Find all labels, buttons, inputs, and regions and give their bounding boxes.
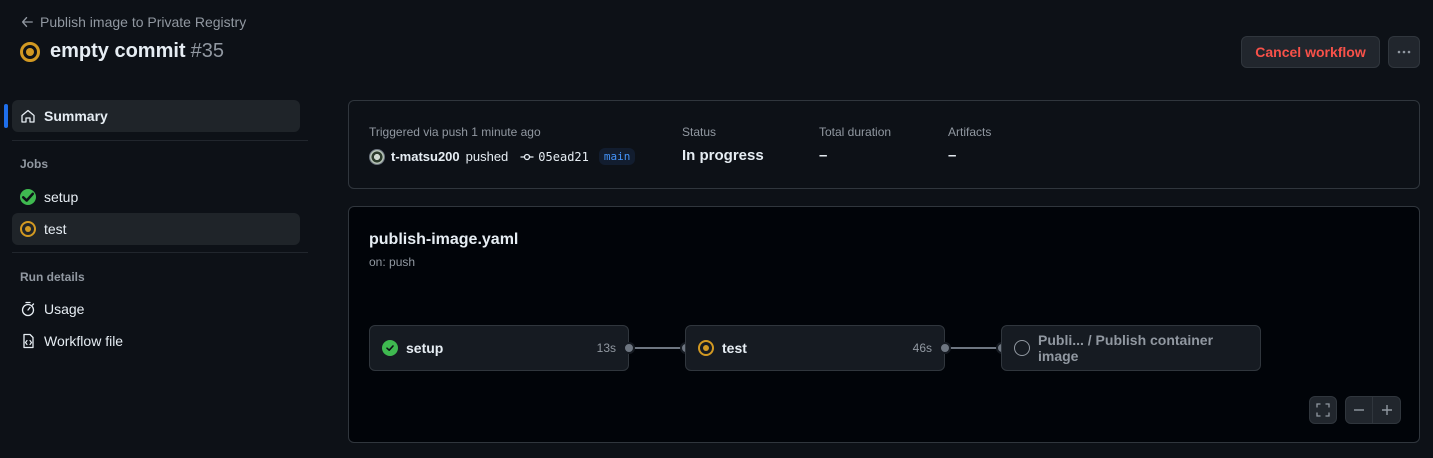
status-value: In progress bbox=[682, 147, 764, 164]
sidebar-item-summary[interactable]: Summary bbox=[4, 100, 300, 132]
check-circle-icon bbox=[382, 340, 398, 356]
back-link[interactable]: Publish image to Private Registry bbox=[20, 14, 246, 30]
cancel-workflow-button[interactable]: Cancel workflow bbox=[1241, 36, 1380, 68]
sidebar-item-workflow-file[interactable]: Workflow file bbox=[12, 325, 300, 357]
in-progress-icon bbox=[20, 221, 36, 237]
sidebar-item-label: setup bbox=[44, 189, 79, 205]
fullscreen-icon bbox=[1316, 403, 1330, 417]
zoom-controls bbox=[1345, 396, 1401, 424]
branch-badge[interactable]: main bbox=[598, 148, 636, 165]
user-link[interactable]: t-matsu200 bbox=[391, 149, 460, 164]
file-code-icon bbox=[23, 333, 34, 349]
job-duration: 13s bbox=[596, 341, 616, 355]
status-label: Status bbox=[682, 125, 717, 139]
home-icon bbox=[21, 109, 35, 123]
sidebar-item-setup[interactable]: setup bbox=[12, 181, 300, 213]
job-node-test[interactable]: test 46s bbox=[685, 325, 945, 371]
duration-label: Total duration bbox=[819, 125, 892, 139]
sidebar-item-test[interactable]: test bbox=[12, 213, 300, 245]
workflow-trigger: on: push bbox=[369, 255, 416, 269]
job-name: setup bbox=[406, 340, 444, 356]
more-options-button[interactable] bbox=[1388, 36, 1420, 68]
back-link-label: Publish image to Private Registry bbox=[40, 14, 247, 30]
graph-connector bbox=[623, 342, 635, 354]
trigger-label: Triggered via push 1 minute ago bbox=[369, 125, 541, 139]
sidebar-divider bbox=[12, 140, 308, 141]
job-name: Publi... / Publish container image bbox=[1038, 332, 1214, 364]
fullscreen-button[interactable] bbox=[1309, 396, 1337, 424]
job-node-setup[interactable]: setup 13s bbox=[369, 325, 629, 371]
artifacts-label: Artifacts bbox=[948, 125, 992, 139]
commit-sha: 05ead21 bbox=[538, 149, 589, 164]
run-details-heading: Run details bbox=[20, 270, 85, 284]
sidebar-item-label: Workflow file bbox=[44, 333, 124, 349]
sidebar-item-label: test bbox=[44, 221, 67, 237]
pending-circle-icon bbox=[1014, 340, 1030, 356]
arrow-left-icon bbox=[21, 16, 33, 28]
job-name: test bbox=[722, 340, 747, 356]
duration-value: – bbox=[819, 147, 828, 164]
run-summary-card: Triggered via push 1 minute ago t-matsu2… bbox=[348, 100, 1420, 189]
sidebar-item-usage[interactable]: Usage bbox=[12, 293, 300, 325]
plus-icon bbox=[1381, 405, 1392, 415]
graph-edge bbox=[629, 347, 686, 349]
kebab-horizontal-icon bbox=[1397, 50, 1411, 54]
zoom-out-button[interactable] bbox=[1346, 397, 1374, 423]
graph-connector bbox=[939, 342, 951, 354]
job-duration: 46s bbox=[912, 341, 932, 355]
graph-edge bbox=[945, 347, 1002, 349]
commit-link[interactable]: 05ead21 bbox=[520, 150, 589, 164]
sidebar-item-label: Usage bbox=[44, 301, 85, 317]
jobs-heading: Jobs bbox=[20, 157, 49, 171]
zoom-in-button[interactable] bbox=[1373, 397, 1400, 423]
action-text: pushed bbox=[465, 149, 509, 164]
in-progress-icon bbox=[698, 340, 714, 356]
avatar[interactable] bbox=[369, 148, 385, 165]
artifacts-value: – bbox=[948, 147, 957, 164]
workflow-graph: publish-image.yaml on: push setup 13s te… bbox=[348, 206, 1420, 443]
stopwatch-icon bbox=[21, 301, 35, 317]
page-title-row: empty commit #35 bbox=[20, 40, 224, 63]
git-commit-icon bbox=[520, 153, 534, 160]
run-number: #35 bbox=[190, 40, 224, 62]
check-circle-icon bbox=[20, 189, 36, 205]
sidebar-divider bbox=[12, 252, 308, 253]
page-title: empty commit bbox=[50, 40, 186, 62]
job-node-publish[interactable]: Publi... / Publish container image bbox=[1001, 325, 1261, 371]
trigger-details: t-matsu200 pushed 05ead21 main bbox=[369, 148, 636, 165]
minus-icon bbox=[1354, 409, 1364, 411]
workflow-file-name: publish-image.yaml bbox=[369, 231, 519, 248]
in-progress-icon bbox=[20, 41, 40, 62]
sidebar-item-label: Summary bbox=[44, 108, 108, 124]
